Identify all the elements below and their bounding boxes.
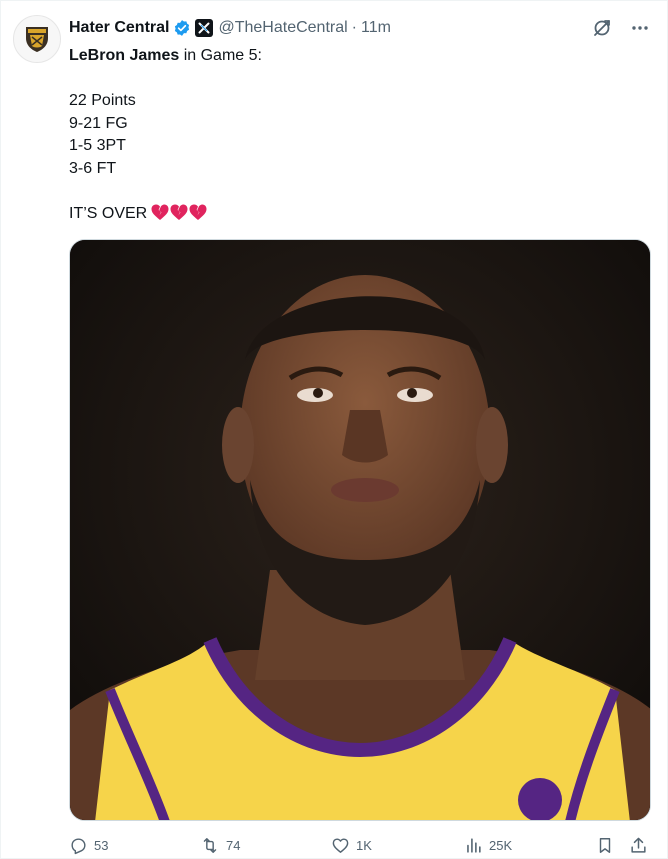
broken-heart-icon <box>170 204 188 220</box>
analytics-icon <box>467 837 481 853</box>
author-display-name[interactable]: Hater Central <box>69 19 169 37</box>
x-affiliate-icon[interactable] <box>195 19 214 37</box>
tweet-header: Hater Central @TheHateCentral · 11m <box>69 17 391 39</box>
player-photo-illustration <box>70 240 650 820</box>
more-options-icon[interactable] <box>629 17 651 39</box>
share-icon <box>631 837 646 853</box>
closing-text: IT’S OVER <box>69 204 148 222</box>
bookmark-icon <box>599 837 611 853</box>
avatar[interactable] <box>13 15 61 63</box>
stat-line: 9-21 FG <box>69 114 128 132</box>
tweet-text: LeBron James in Game 5: 22 Points 9-21 F… <box>69 45 639 225</box>
closing-line: IT’S OVER <box>69 203 639 226</box>
repost-button[interactable]: 74 <box>200 836 240 855</box>
share-button[interactable] <box>629 836 648 855</box>
repost-icon <box>203 837 217 853</box>
repost-count: 74 <box>226 837 241 853</box>
like-button[interactable]: 1K <box>331 836 372 855</box>
header-separator: · <box>351 19 357 36</box>
player-name: LeBron James <box>69 47 180 64</box>
stat-line: 1-5 3PT <box>69 137 126 154</box>
tweet-top-actions <box>591 17 651 39</box>
broken-heart-icon <box>151 204 169 220</box>
grok-icon[interactable] <box>591 17 613 39</box>
tweet-card[interactable]: Hater Central @TheHateCentral · 11m LeBr… <box>0 0 668 859</box>
like-count: 1K <box>356 837 372 853</box>
intro-rest: in Game 5: <box>179 47 262 64</box>
shield-logo-icon <box>26 27 48 52</box>
heart-icon <box>332 837 349 853</box>
broken-hearts <box>151 204 207 221</box>
reply-icon <box>71 837 86 854</box>
verified-badge-icon <box>173 19 191 37</box>
broken-heart-icon <box>189 204 207 220</box>
views-button[interactable]: 25K <box>464 836 512 855</box>
view-count: 25K <box>489 837 513 853</box>
bookmark-button[interactable] <box>596 836 614 855</box>
tweet-timestamp[interactable]: 11m <box>361 19 391 37</box>
reply-count: 53 <box>94 837 109 853</box>
reply-button[interactable]: 53 <box>69 836 108 855</box>
tweet-action-bar: 53 74 1K 25K <box>69 833 651 857</box>
tweet-photo[interactable] <box>69 239 651 821</box>
tweet-intro-line: LeBron James in Game 5: <box>69 45 639 68</box>
stat-line: 22 Points <box>69 92 136 109</box>
stat-line: 3-6 FT <box>69 159 117 177</box>
author-handle[interactable]: @TheHateCentral <box>218 19 347 37</box>
